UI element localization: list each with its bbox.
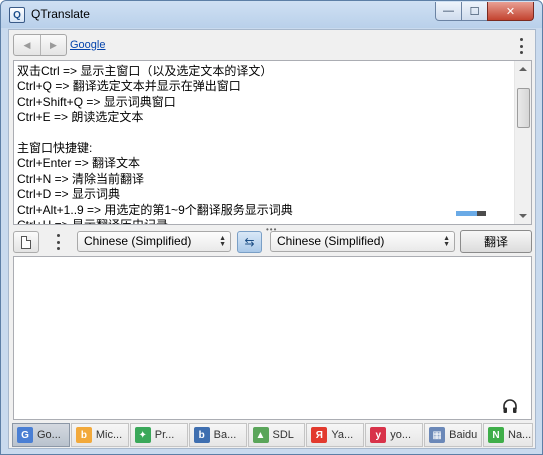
options-menu-icon[interactable] (55, 234, 61, 250)
source-text-line: Ctrl+N => 清除当前翻译 (17, 171, 145, 186)
service-tab[interactable]: ▦ Baidu (424, 423, 482, 447)
minimize-button[interactable]: — (435, 2, 462, 21)
select-arrows-icon: ▲ ▼ (443, 235, 450, 248)
service-tab-label: Ya... (331, 429, 354, 441)
service-tab-label: Go... (37, 429, 61, 441)
scroll-down-arrow[interactable] (519, 214, 527, 218)
service-tab[interactable]: ▲ SDL (247, 423, 306, 447)
back-button[interactable]: ◀ (14, 35, 40, 55)
service-tab-label: Mic... (95, 429, 123, 441)
select-arrows-icon: ▲ ▼ (219, 235, 226, 248)
source-text: 双击Ctrl => 显示主窗口（以及选定文本的译文） Ctrl+Q => 翻译选定… (17, 64, 512, 225)
title-bar[interactable]: Q QTranslate — ☐ ✕ (1, 1, 542, 28)
source-text-line: 双击Ctrl => 显示主窗口（以及选定文本的译文） (17, 64, 273, 78)
new-document-button[interactable] (13, 231, 39, 253)
service-tab[interactable]: G Go... (12, 423, 70, 447)
app-icon: Q (9, 7, 25, 23)
service-tab-label: Na... (508, 429, 532, 441)
source-text-line: Ctrl+Alt+1..9 => 用选定的第1~9个翻译服务显示词典 (17, 202, 293, 217)
scroll-thumb[interactable] (517, 88, 530, 128)
translate-button[interactable]: 翻译 (460, 230, 532, 253)
naver-icon: N (488, 427, 504, 443)
babylon-icon: b (193, 427, 210, 443)
service-tab[interactable]: N Na... (483, 423, 534, 447)
yandex-icon: Я (311, 427, 328, 443)
source-text-line: Ctrl+D => 显示词典 (17, 187, 121, 202)
toolbar: ◀ ▶ Google (9, 30, 535, 60)
service-tab-label: SDL (272, 429, 294, 441)
service-link[interactable]: Google (70, 39, 105, 51)
document-icon (21, 235, 31, 249)
source-text-line (17, 126, 512, 141)
service-tab[interactable]: y yo... (365, 423, 424, 447)
window-title: QTranslate (31, 7, 90, 21)
main-panel: ◀ ▶ Google 双击Ctrl => 显示主窗口（以及选定文本的译文） Ctr… (8, 29, 536, 449)
service-tab[interactable]: b Mic... (70, 423, 129, 447)
source-scrollbar[interactable] (514, 61, 531, 224)
source-text-line: Ctrl+H => 显示翻译历史记录 (17, 217, 169, 225)
source-language-select[interactable]: Chinese (Simplified) ▲ ▼ (77, 231, 231, 252)
swap-languages-button[interactable]: ⇆ (237, 231, 262, 253)
speech-progress-fill (456, 211, 477, 216)
service-tabs: G Go... b Mic... ✦ Pr... b Ba... ▲ SDL Я Ya... y yo..… (12, 423, 534, 448)
speech-progress-bar (456, 211, 486, 216)
language-bar: Chinese (Simplified) ▲ ▼ ⇆ Chinese (Simpl… (9, 229, 535, 255)
sdl-icon: ▲ (252, 427, 269, 443)
service-tab[interactable]: ✦ Pr... (129, 423, 188, 447)
headphones-icon[interactable] (502, 398, 518, 414)
source-text-line: Ctrl+Enter => 翻译文本 (17, 156, 141, 171)
target-language-value: Chinese (Simplified) (277, 234, 385, 248)
baidu-icon: ▦ (429, 427, 446, 443)
youdao-icon: y (370, 427, 387, 443)
service-tab-label: Baidu (449, 429, 478, 441)
source-text-line: 主窗口快捷键: (17, 140, 93, 155)
forward-button[interactable]: ▶ (39, 35, 66, 55)
close-button[interactable]: ✕ (487, 2, 534, 21)
target-language-select[interactable]: Chinese (Simplified) ▲ ▼ (270, 231, 455, 252)
service-tab-label: Ba... (213, 429, 237, 441)
bing-icon: b (75, 427, 92, 443)
promt-icon: ✦ (134, 427, 151, 443)
navigation-buttons: ◀ ▶ (13, 34, 67, 56)
source-text-line: Ctrl+E => 朗读选定文本 (17, 110, 144, 125)
translation-text-area[interactable] (13, 256, 532, 420)
maximize-button[interactable]: ☐ (461, 2, 488, 21)
source-text-line: Ctrl+Q => 翻译选定文本并显示在弹出窗口 (17, 79, 241, 94)
source-text-line: Ctrl+Shift+Q => 显示词典窗口 (17, 94, 176, 109)
source-language-value: Chinese (Simplified) (84, 234, 192, 248)
more-options-icon[interactable] (518, 38, 524, 54)
scroll-up-arrow[interactable] (519, 67, 527, 71)
service-tab-label: yo... (390, 429, 412, 441)
google-icon: G (17, 427, 33, 443)
service-tab[interactable]: b Ba... (188, 423, 247, 447)
service-tab[interactable]: Я Ya... (306, 423, 365, 447)
qtranslate-window: Q QTranslate — ☐ ✕ ◀ ▶ Google 双击Ctrl => … (0, 0, 543, 455)
service-tab-label: Pr... (154, 429, 175, 441)
source-text-area[interactable]: 双击Ctrl => 显示主窗口（以及选定文本的译文） Ctrl+Q => 翻译选定… (13, 60, 532, 225)
